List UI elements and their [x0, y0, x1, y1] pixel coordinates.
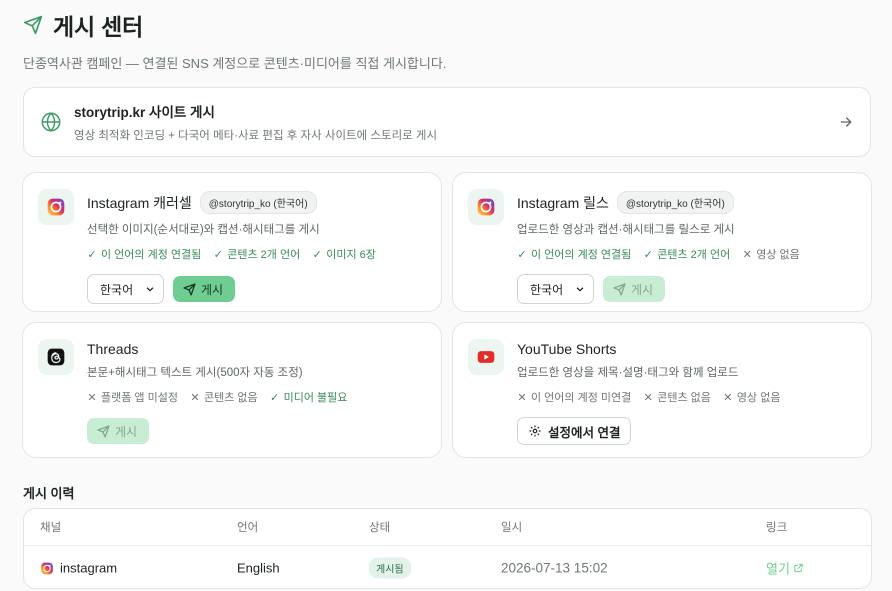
- check-icon: ✓: [270, 391, 280, 404]
- check-icon: ✓: [312, 248, 322, 261]
- send-icon: [613, 282, 626, 296]
- check-item: ✕ 플랫폼 앱 미설정: [87, 391, 178, 405]
- check-item: ✓ 이 언어의 계정 연결됨: [517, 248, 632, 262]
- instagram-carousel-card: Instagram 캐러셀 @storytrip_ko (한국어) 선택한 이미…: [22, 172, 442, 312]
- x-icon: ✕: [723, 391, 733, 404]
- column-header: 채널: [40, 522, 62, 534]
- globe-icon: [40, 111, 62, 133]
- card-title: Instagram 릴스: [517, 194, 609, 211]
- youtube-icon: [468, 339, 504, 375]
- history-table: 채널 언어 상태 일시 링크 instagram English 게시됨 202…: [23, 508, 872, 589]
- gear-icon: [529, 425, 541, 437]
- post-button[interactable]: 게시: [173, 276, 236, 302]
- card-title: Threads: [87, 341, 139, 357]
- youtube-shorts-card: YouTube Shorts 업로드한 영상을 제목·설명·태그와 함께 업로드…: [452, 322, 872, 458]
- check-item: ✓ 이미지 6장: [312, 248, 376, 262]
- instagram-icon: [41, 562, 53, 574]
- check-icon: ✓: [517, 248, 527, 261]
- channel-cell: instagram: [40, 561, 117, 576]
- table-header: 채널 언어 상태 일시 링크: [24, 509, 871, 546]
- card-desc: 본문+해시태그 텍스트 게시(500자 자동 조정): [87, 367, 303, 379]
- card-title: Instagram 캐러셀: [87, 194, 192, 211]
- card-title: YouTube Shorts: [517, 341, 617, 357]
- history-title: 게시 이력: [23, 486, 75, 501]
- requirement-checks: ✕ 플랫폼 앱 미설정 ✕ 콘텐츠 없음 ✓ 미디어 불필요: [87, 389, 429, 405]
- language-cell: English: [237, 560, 280, 576]
- instagram-icon: [38, 189, 74, 225]
- connect-in-settings-button[interactable]: 설정에서 연결: [517, 417, 632, 445]
- open-link[interactable]: 열기: [766, 559, 804, 578]
- card-desc: 선택한 이미지(순서대로)와 캡션·해시태그를 게시: [87, 224, 320, 236]
- x-icon: ✕: [742, 248, 752, 261]
- post-button[interactable]: 게시: [87, 418, 150, 444]
- check-item: ✕ 콘텐츠 없음: [190, 391, 258, 405]
- card-desc: 업로드한 영상과 캡션·해시태그를 릴스로 게시: [517, 224, 735, 236]
- table-row: instagram English 게시됨 2026-07-13 15:02 열…: [24, 546, 871, 590]
- chevron-down-icon: [146, 287, 154, 292]
- send-icon: [23, 15, 43, 35]
- post-button[interactable]: 게시: [603, 276, 666, 302]
- chevron-down-icon: [576, 287, 584, 292]
- card-desc: 업로드한 영상을 제목·설명·태그와 함께 업로드: [517, 367, 739, 379]
- check-icon: ✓: [643, 248, 653, 261]
- check-item: ✕ 콘텐츠 없음: [643, 391, 711, 405]
- language-select[interactable]: 한국어: [87, 274, 164, 304]
- external-link-icon: [794, 563, 803, 573]
- instagram-icon: [468, 189, 504, 225]
- column-header: 링크: [766, 522, 788, 534]
- status-cell: 게시됨: [369, 557, 411, 579]
- send-icon: [183, 282, 196, 296]
- x-icon: ✕: [87, 391, 97, 404]
- requirement-checks: ✓ 이 언어의 계정 연결됨 ✓ 콘텐츠 2개 언어 ✓ 이미지 6장: [87, 246, 429, 262]
- datetime-cell: 2026-07-13 15:02: [501, 560, 608, 576]
- check-item: ✓ 콘텐츠 2개 언어: [643, 248, 731, 262]
- page-header: 게시 센터 단종역사관 캠페인 — 연결된 SNS 계정으로 콘텐츠·미디어를 …: [23, 8, 446, 72]
- requirement-checks: ✕ 이 언어의 계정 미연결 ✕ 콘텐츠 없음 ✕ 영상 없음: [517, 389, 859, 405]
- site-card-title: storytrip.kr 사이트 게시: [74, 105, 215, 120]
- x-icon: ✕: [643, 391, 653, 404]
- column-header: 상태: [369, 522, 391, 534]
- column-header: 일시: [501, 522, 523, 534]
- column-header: 언어: [237, 522, 259, 534]
- check-item: ✕ 이 언어의 계정 미연결: [517, 391, 632, 405]
- x-icon: ✕: [517, 391, 527, 404]
- site-publish-card[interactable]: storytrip.kr 사이트 게시 영상 최적화 인코딩 + 다국어 메타·…: [23, 87, 871, 157]
- send-icon: [97, 424, 110, 438]
- threads-icon: [38, 339, 74, 375]
- check-item: ✕ 영상 없음: [742, 248, 800, 262]
- site-card-desc: 영상 최적화 인코딩 + 다국어 메타·사료 편집 후 자사 사이트에 스토리로…: [74, 130, 438, 142]
- page-title: 게시 센터: [53, 14, 144, 40]
- check-icon: ✓: [213, 248, 223, 261]
- check-item: ✓ 이 언어의 계정 연결됨: [87, 248, 202, 262]
- page-subtitle: 단종역사관 캠페인 — 연결된 SNS 계정으로 콘텐츠·미디어를 직접 게시합…: [23, 56, 447, 71]
- check-item: ✓ 콘텐츠 2개 언어: [213, 248, 301, 262]
- language-select[interactable]: 한국어: [517, 274, 594, 304]
- instagram-reels-card: Instagram 릴스 @storytrip_ko (한국어) 업로드한 영상…: [452, 172, 872, 312]
- account-handle-badge: @storytrip_ko (한국어): [616, 191, 734, 214]
- account-handle-badge: @storytrip_ko (한국어): [199, 191, 317, 214]
- x-icon: ✕: [190, 391, 200, 404]
- requirement-checks: ✓ 이 언어의 계정 연결됨 ✓ 콘텐츠 2개 언어 ✕ 영상 없음: [517, 246, 859, 262]
- check-item: ✕ 영상 없음: [723, 391, 781, 405]
- threads-card: Threads 본문+해시태그 텍스트 게시(500자 자동 조정) ✕ 플랫폼 …: [22, 322, 442, 458]
- check-item: ✓ 미디어 불필요: [270, 391, 348, 405]
- check-icon: ✓: [87, 248, 97, 261]
- status-badge: 게시됨: [369, 557, 411, 579]
- arrow-right-icon: [838, 114, 854, 130]
